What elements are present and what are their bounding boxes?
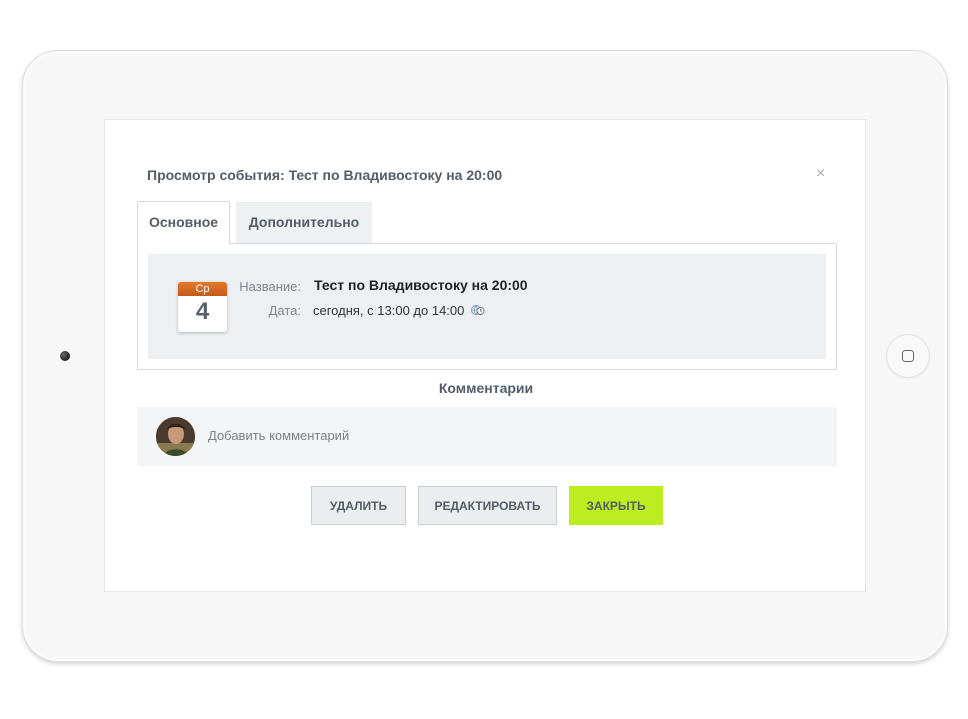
event-date-row: сегодня, с 13:00 до 14:00 (313, 303, 485, 318)
add-comment-input[interactable]: Добавить комментарий (208, 428, 349, 443)
event-details-panel: Ср 4 Название: Тест по Владивостоку на 2… (137, 243, 837, 370)
calendar-day: 4 (195, 298, 210, 325)
camera-icon (60, 351, 70, 361)
event-name-label: Название: (239, 279, 301, 294)
event-name-value: Тест по Владивостоку на 20:00 (314, 277, 528, 293)
comment-box: Добавить комментарий (137, 407, 837, 466)
avatar (156, 417, 195, 456)
close-button[interactable]: ЗАКРЫТЬ (569, 486, 663, 525)
dialog-title: Просмотр события: Тест по Владивостоку н… (147, 167, 503, 183)
event-date-label: Дата: (268, 303, 301, 318)
globe-clock-icon[interactable] (471, 304, 485, 316)
calendar-weekday: Ср (178, 282, 227, 296)
tab-additional[interactable]: Дополнительно (236, 202, 372, 244)
calendar-date-icon: Ср 4 (178, 282, 227, 332)
close-icon[interactable]: × (816, 165, 825, 183)
event-dialog: Просмотр события: Тест по Владивостоку н… (104, 119, 866, 592)
event-details-content: Ср 4 Название: Тест по Владивостоку на 2… (148, 254, 826, 359)
edit-button[interactable]: РЕДАКТИРОВАТЬ (418, 486, 557, 525)
home-button[interactable] (886, 334, 930, 378)
user-avatar-image (156, 417, 195, 456)
delete-button[interactable]: УДАЛИТЬ (311, 486, 406, 525)
event-date-value: сегодня, с 13:00 до 14:00 (313, 303, 465, 318)
comments-title: Комментарии (438, 380, 534, 396)
tab-main[interactable]: Основное (137, 201, 230, 245)
home-square-icon (902, 350, 914, 362)
